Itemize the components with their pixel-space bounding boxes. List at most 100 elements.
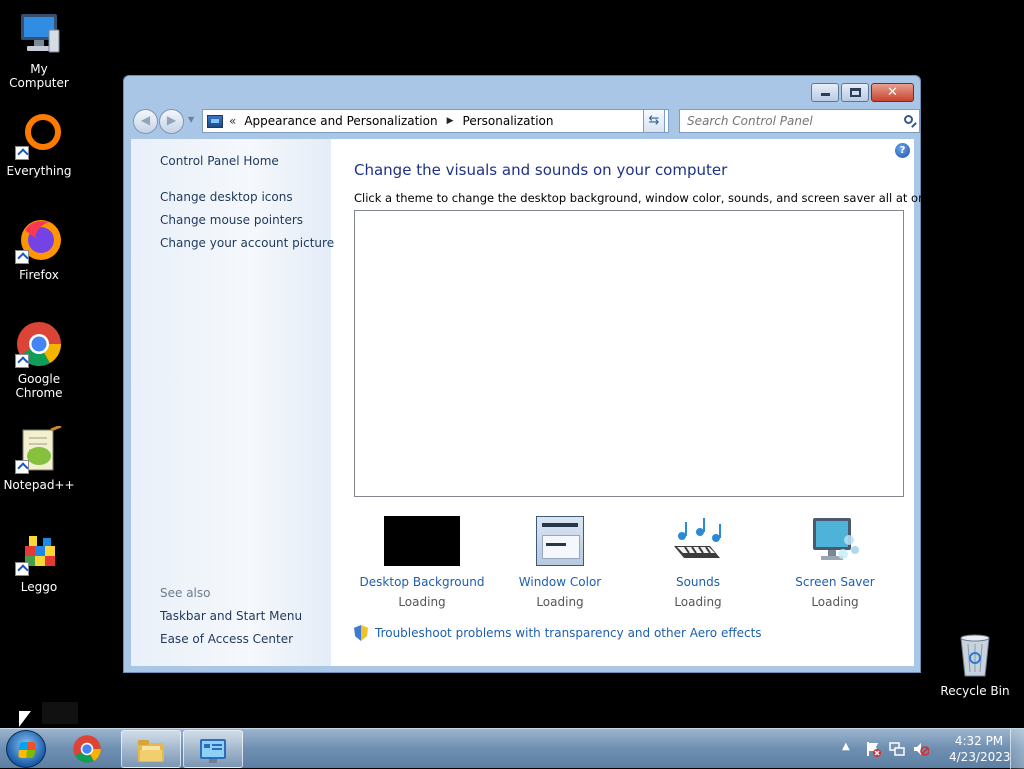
screen-saver-tile[interactable]: Screen Saver Loading (770, 516, 900, 609)
desktop-icon-label: My Computer (9, 62, 69, 90)
window-color-tile[interactable]: Window Color Loading (495, 516, 625, 609)
tile-status: Loading (398, 595, 446, 609)
desktop-icon-label: Recycle Bin (940, 684, 1010, 698)
minimize-button[interactable] (811, 83, 839, 102)
system-clock[interactable]: 4:32 PM 4/23/2023 (949, 733, 1011, 765)
tile-name[interactable]: Window Color (495, 575, 625, 589)
desktop-icon-label: Notepad++ (3, 478, 75, 492)
leggo-icon (15, 528, 63, 576)
navigation-bar: ◀ ▶ ▼ « Appearance and Personalization ▶… (131, 106, 920, 136)
desktop-icon-notepadpp[interactable]: Notepad++ (0, 424, 78, 492)
address-bar[interactable]: « Appearance and Personalization ▶ Perso… (202, 109, 669, 133)
troubleshoot-link-row[interactable]: Troubleshoot problems with transparency … (354, 625, 762, 641)
everything-icon (15, 112, 63, 160)
shield-icon (354, 625, 368, 641)
notification-area: ▲ 4:32 PM 4/23/2023 (839, 729, 1024, 769)
tile-name[interactable]: Sounds (633, 575, 763, 589)
close-button[interactable]: ✕ (871, 83, 914, 102)
breadcrumb-item-appearance[interactable]: Appearance and Personalization (244, 114, 437, 128)
desktop-icon-leggo[interactable]: Leggo (0, 528, 78, 594)
close-icon: ✕ (887, 85, 898, 100)
breadcrumb-separator-icon[interactable]: ▶ (447, 116, 454, 126)
shortcut-arrow-icon (15, 562, 29, 576)
desktop-icon-my-computer[interactable]: My Computer (0, 10, 78, 90)
taskbar-control-panel-button[interactable] (183, 730, 243, 768)
control-panel-window: ✕ ◀ ▶ ▼ « Appearance and Personalization… (123, 75, 942, 673)
desktop-artifact (42, 702, 78, 724)
taskbar: ▲ 4:32 PM 4/23/2023 (0, 728, 1024, 769)
taskbar-start-menu-link[interactable]: Taskbar and Start Menu (160, 609, 302, 623)
control-panel-home-link[interactable]: Control Panel Home (160, 154, 279, 168)
back-arrow-icon: ◀ (140, 113, 151, 127)
desktop-background-tile[interactable]: Desktop Background Loading (357, 516, 487, 609)
tile-status: Loading (536, 595, 584, 609)
tile-status: Loading (674, 595, 722, 609)
shortcut-arrow-icon (15, 354, 29, 368)
search-box[interactable] (679, 109, 920, 133)
search-icon[interactable] (904, 115, 913, 124)
shortcut-arrow-icon (15, 460, 29, 474)
help-icon[interactable]: ? (895, 143, 910, 158)
forward-arrow-icon: ▶ (166, 113, 177, 127)
breadcrumb-item-personalization[interactable]: Personalization (463, 114, 554, 128)
show-hidden-icons-icon[interactable]: ▲ (842, 741, 850, 752)
taskbar-chrome-button[interactable] (58, 730, 118, 768)
desktop: My Computer Everything Firefox Google Ch… (0, 0, 1024, 728)
window-body: Control Panel Home Change desktop icons … (131, 139, 942, 666)
desktop-icon-label: Firefox (19, 268, 59, 282)
window-color-icon (536, 516, 584, 566)
control-panel-icon (207, 114, 223, 128)
desktop-icon-firefox[interactable]: Firefox (0, 216, 78, 282)
minimize-icon (821, 93, 830, 96)
desktop-icon-everything[interactable]: Everything (0, 112, 78, 178)
tile-status: Loading (811, 595, 859, 609)
refresh-button[interactable]: ⇆ (643, 109, 665, 133)
desktop-icon-google-chrome[interactable]: Google Chrome (0, 320, 78, 400)
clock-date: 4/23/2023 (949, 750, 1011, 764)
page-subtitle: Click a theme to change the desktop back… (354, 191, 943, 205)
clock-time: 4:32 PM (954, 734, 1004, 748)
maximize-button[interactable] (841, 83, 869, 102)
change-desktop-icons-link[interactable]: Change desktop icons (160, 190, 293, 204)
network-icon[interactable] (889, 741, 905, 757)
chrome-icon (72, 734, 102, 764)
chrome-icon (15, 320, 63, 368)
sounds-tile[interactable]: Sounds Loading (633, 516, 763, 609)
show-desktop-button[interactable] (1010, 729, 1024, 769)
see-also-heading: See also (160, 586, 211, 600)
back-button[interactable]: ◀ (133, 109, 158, 134)
desktop-background-icon (384, 516, 460, 566)
desktop-icon-label: Leggo (20, 580, 58, 594)
taskbar-file-explorer-button[interactable] (121, 730, 181, 768)
maximize-icon (850, 88, 861, 97)
caption-buttons: ✕ (811, 83, 914, 102)
control-panel-icon (198, 735, 228, 765)
notepadpp-icon (15, 424, 63, 474)
ease-of-access-link[interactable]: Ease of Access Center (160, 632, 293, 646)
desktop-icon-label: Google Chrome (15, 372, 63, 400)
main-content: ? Change the visuals and sounds on your … (331, 139, 942, 666)
recent-pages-dropdown[interactable]: ▼ (188, 115, 194, 124)
recycle-bin-icon (951, 632, 999, 680)
start-button[interactable] (6, 730, 46, 768)
theme-list[interactable] (354, 210, 904, 497)
task-pane: Control Panel Home Change desktop icons … (131, 139, 334, 666)
desktop-icon-recycle-bin[interactable]: Recycle Bin (936, 632, 1014, 698)
sounds-icon (660, 516, 736, 566)
firefox-icon (15, 216, 63, 264)
search-input[interactable] (680, 110, 890, 132)
desktop-icon-label: Everything (6, 164, 72, 178)
volume-muted-icon[interactable] (913, 741, 930, 757)
change-account-picture-link[interactable]: Change your account picture (160, 236, 334, 250)
action-center-icon[interactable] (865, 741, 881, 757)
refresh-icon: ⇆ (648, 113, 660, 128)
forward-button[interactable]: ▶ (159, 109, 184, 134)
shortcut-arrow-icon (15, 250, 29, 264)
tile-name[interactable]: Screen Saver (770, 575, 900, 589)
computer-icon (15, 10, 63, 58)
tile-name[interactable]: Desktop Background (357, 575, 487, 589)
breadcrumb-overflow[interactable]: « (229, 114, 236, 128)
troubleshoot-link[interactable]: Troubleshoot problems with transparency … (375, 626, 762, 640)
file-explorer-icon (136, 735, 166, 765)
change-mouse-pointers-link[interactable]: Change mouse pointers (160, 213, 303, 227)
